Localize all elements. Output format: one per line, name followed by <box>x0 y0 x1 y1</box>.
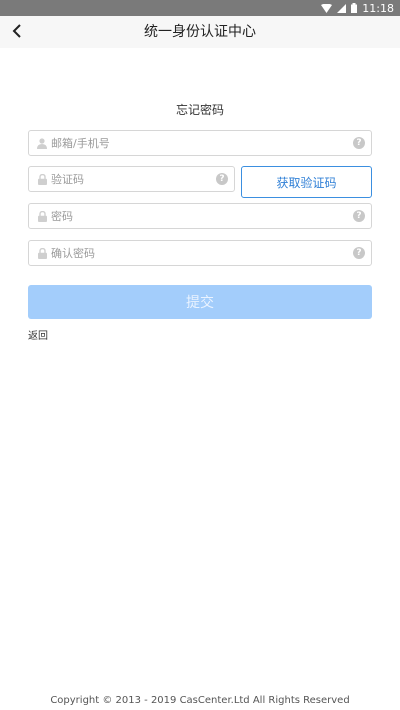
lock-icon <box>33 173 51 185</box>
app-bar: 统一身份认证中心 <box>0 16 400 48</box>
code-input[interactable] <box>51 172 216 186</box>
submit-button[interactable]: 提交 <box>28 285 372 319</box>
user-icon <box>33 137 51 149</box>
help-icon[interactable]: ? <box>353 210 365 222</box>
confirm-password-field: ? <box>28 240 372 266</box>
help-icon[interactable]: ? <box>353 247 365 259</box>
account-field: ? <box>28 130 372 156</box>
battery-icon <box>351 3 358 13</box>
wifi-icon <box>321 3 333 13</box>
copyright-footer: Copyright © 2013 - 2019 CasCenter.Ltd Al… <box>50 695 350 706</box>
status-bar: 11:18 <box>0 0 400 16</box>
password-field: ? <box>28 203 372 229</box>
lock-icon <box>33 247 51 259</box>
page-title: 统一身份认证中心 <box>144 24 256 40</box>
back-button[interactable] <box>2 16 32 48</box>
help-icon[interactable]: ? <box>353 137 365 149</box>
signal-icon <box>337 3 347 13</box>
form-title: 忘记密码 <box>175 103 224 117</box>
help-icon[interactable]: ? <box>216 173 228 185</box>
get-code-button[interactable]: 获取验证码 <box>241 166 372 198</box>
code-field: ? <box>28 166 235 192</box>
chevron-left-icon <box>12 23 22 42</box>
lock-icon <box>33 210 51 222</box>
status-time: 11:18 <box>362 1 394 15</box>
confirm-password-input[interactable] <box>51 246 353 260</box>
back-link[interactable]: 返回 <box>28 327 48 342</box>
account-input[interactable] <box>51 136 353 150</box>
password-input[interactable] <box>51 209 353 223</box>
